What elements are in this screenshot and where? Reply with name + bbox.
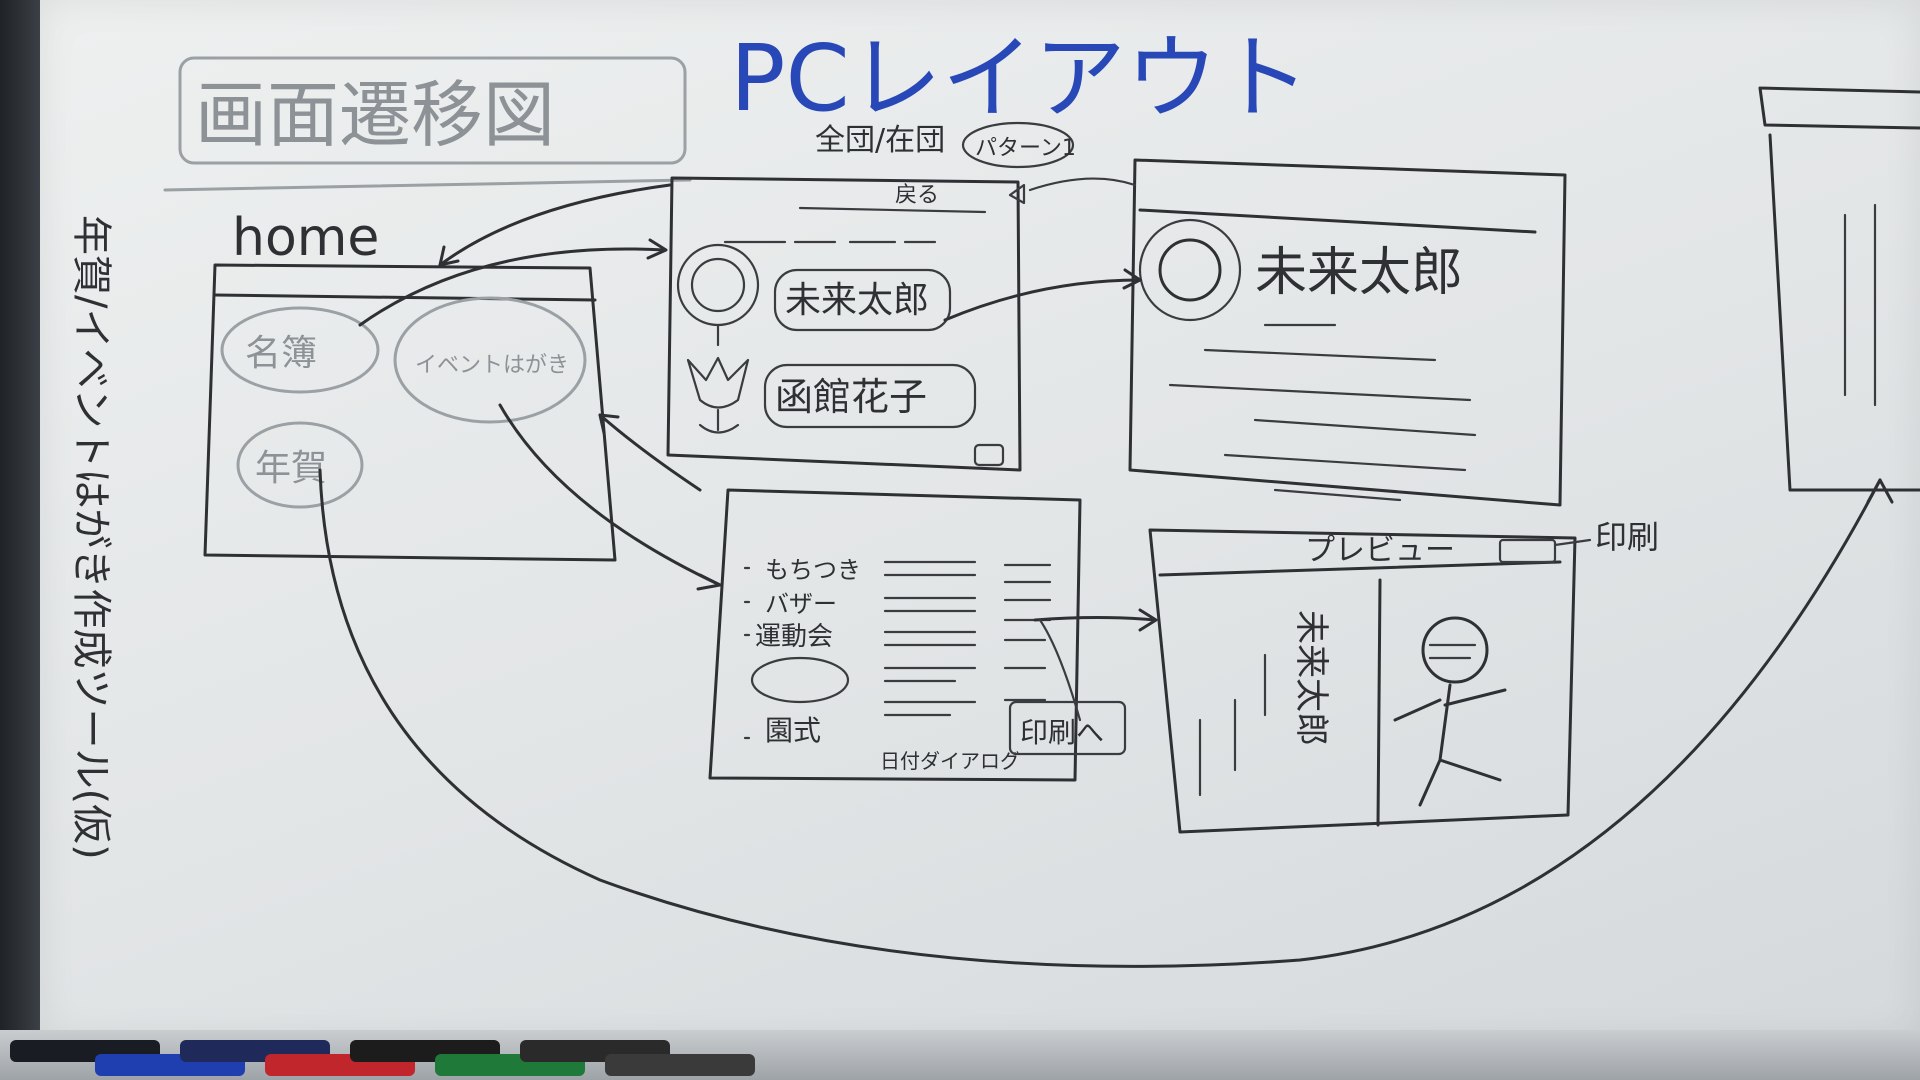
home-label: home: [232, 208, 379, 268]
arrow-event-to-home: [598, 413, 702, 492]
running-child-icon: [1393, 616, 1507, 807]
tulip-icon: [686, 356, 750, 434]
event-item-0: もちつき: [765, 556, 861, 584]
side-label: 年賀/イベントはがき作成ツール(仮): [68, 215, 114, 860]
preview-title: プレビュー: [1305, 533, 1455, 568]
sunflower-icon: [1138, 218, 1242, 322]
arrow-home-to-list: [358, 247, 667, 327]
event-screen: もちつき バザー 運動会 園式 日付ダイアログ 印刷へ: [708, 488, 1127, 782]
list-note: 全団/在団: [815, 123, 945, 158]
list-pattern-label: パターン1: [975, 136, 1076, 161]
list-name-1: 函館花子: [775, 375, 927, 419]
home-button-newyear: 年賀: [255, 448, 327, 489]
event-date-dialog-label: 日付ダイアログ: [880, 749, 1020, 773]
board-subtitle: PCレイアウト: [730, 25, 1310, 132]
sunflower-icon: [676, 243, 760, 347]
next-screen-partial: [1758, 86, 1920, 492]
home-button-event: イベントはがき: [415, 353, 569, 378]
event-print-button: 印刷へ: [1020, 716, 1104, 749]
preview-print-label: 印刷: [1595, 518, 1659, 556]
event-item-3: 園式: [765, 714, 821, 747]
preview-vertical-name: 未来太郎: [1291, 610, 1331, 746]
home-screen: home 名簿 イベントはがき 年賀: [203, 208, 617, 562]
arrow-event-to-preview: [1033, 616, 1157, 622]
detail-screen: 未来太郎: [1128, 158, 1567, 507]
event-item-1: バザー: [765, 590, 837, 618]
title-block: 画面遷移図 PCレイアウト: [163, 25, 1310, 192]
event-item-2: 運動会: [755, 622, 833, 652]
list-back-label: 戻る: [895, 183, 939, 208]
marker-pen[interactable]: [605, 1054, 755, 1076]
arrow-list-to-detail: [943, 278, 1142, 322]
home-button-roster: 名簿: [245, 333, 317, 374]
preview-screen: プレビュー 印刷 未来太郎: [1148, 518, 1659, 834]
arrow-print-to-preview: [1038, 618, 1082, 722]
list-name-0: 未来太郎: [785, 280, 929, 321]
transition-arrows: [318, 177, 1894, 968]
board-title: 画面遷移図: [195, 73, 555, 157]
detail-name: 未来太郎: [1255, 243, 1463, 303]
screen-transition-sketch: 画面遷移図 PCレイアウト 年賀/イベントはがき作成ツール(仮) home 名簿…: [68, 25, 1920, 968]
arrow-detail-to-list: [1028, 177, 1137, 192]
